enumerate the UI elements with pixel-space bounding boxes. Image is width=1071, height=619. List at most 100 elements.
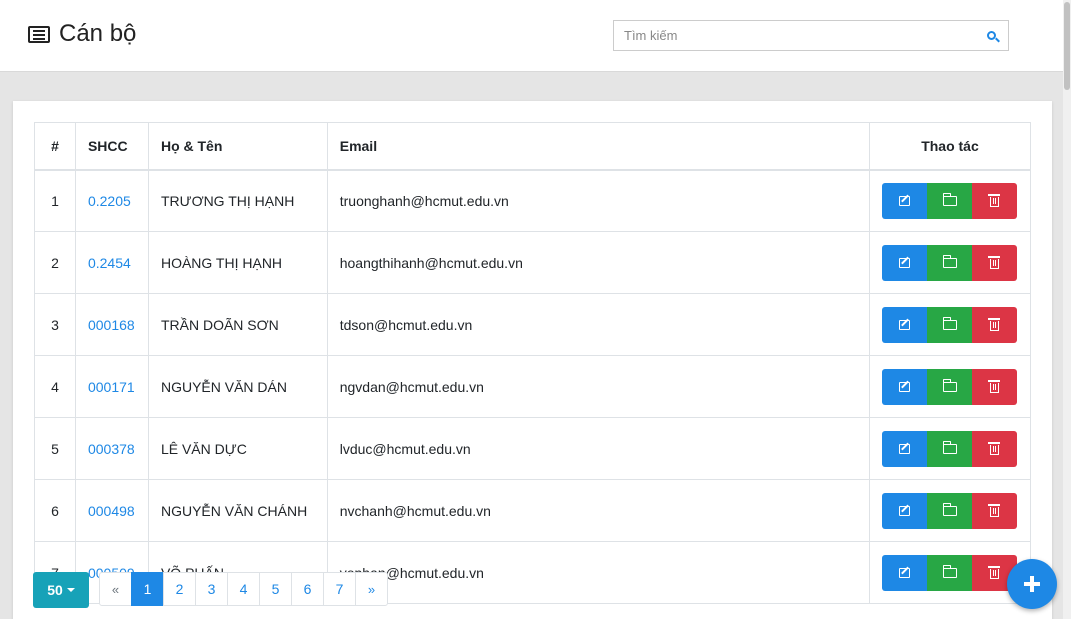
row-name: HOÀNG THỊ HẠNH (147, 231, 328, 294)
pagination-page-5[interactable]: 5 (259, 572, 292, 606)
pagination-page-2[interactable]: 2 (163, 572, 196, 606)
scrollbar-thumb[interactable] (1064, 2, 1070, 90)
trash-icon (988, 379, 1001, 393)
row-actions (868, 417, 1032, 480)
table-header-row: # SHCC Họ & Tên Email Thao tác (34, 122, 1032, 171)
edit-icon (899, 381, 911, 392)
folder-open-icon (942, 378, 957, 392)
edit-button[interactable] (882, 430, 928, 467)
row-name: TRƯƠNG THỊ HẠNH (147, 169, 328, 232)
table-row: 2 0.2454 HOÀNG THỊ HẠNH hoangthihanh@hcmut.… (34, 231, 1032, 294)
pagination-page-1[interactable]: 1 (131, 572, 164, 606)
row-number: 4 (34, 355, 76, 418)
pagination-prev[interactable]: « (99, 572, 132, 606)
edit-icon (899, 319, 911, 330)
pagination-next[interactable]: » (355, 572, 388, 606)
folder-open-icon (942, 316, 957, 330)
row-email: tdson@hcmut.edu.vn (326, 293, 870, 356)
page-size-value: 50 (47, 582, 63, 598)
row-number: 5 (34, 417, 76, 480)
trash-icon (988, 565, 1001, 579)
open-button[interactable] (927, 368, 973, 405)
edit-button[interactable] (882, 368, 928, 405)
edit-button[interactable] (882, 182, 928, 219)
row-name: NGUYỄN VĂN DÁN (147, 355, 328, 418)
edit-button[interactable] (882, 306, 928, 343)
edit-icon (899, 257, 911, 268)
delete-button[interactable] (972, 430, 1018, 467)
row-shcc-link[interactable]: 0.2205 (74, 169, 149, 232)
search-icon[interactable] (978, 21, 1008, 50)
open-button[interactable] (927, 554, 973, 591)
column-header-actions: Thao tác (868, 122, 1032, 171)
folder-open-icon (942, 440, 957, 454)
column-header-number: # (34, 122, 76, 171)
row-shcc-link[interactable]: 000171 (74, 355, 149, 418)
row-actions (868, 479, 1032, 542)
row-name: NGUYỄN VĂN CHÁNH (147, 479, 328, 542)
row-action-group (882, 182, 1018, 219)
row-number: 2 (34, 231, 76, 294)
row-actions (868, 541, 1032, 604)
row-shcc-link[interactable]: 000378 (74, 417, 149, 480)
open-button[interactable] (927, 306, 973, 343)
open-button[interactable] (927, 182, 973, 219)
edit-button[interactable] (882, 244, 928, 281)
trash-icon (988, 503, 1001, 517)
list-alt-icon (28, 25, 50, 43)
row-shcc-link[interactable]: 0.2454 (74, 231, 149, 294)
row-actions (868, 169, 1032, 232)
row-action-group (882, 492, 1018, 529)
delete-button[interactable] (972, 368, 1018, 405)
edit-icon (899, 567, 911, 578)
trash-icon (988, 255, 1001, 269)
trash-icon (988, 193, 1001, 207)
edit-icon (899, 443, 911, 454)
delete-button[interactable] (972, 306, 1018, 343)
trash-icon (988, 317, 1001, 331)
open-button[interactable] (927, 430, 973, 467)
row-name: TRẦN DOÃN SƠN (147, 293, 328, 356)
page-title: Cán bộ (28, 20, 136, 48)
search-box (613, 20, 1009, 51)
add-staff-button[interactable] (1007, 559, 1057, 609)
delete-button[interactable] (972, 492, 1018, 529)
pagination-page-7[interactable]: 7 (323, 572, 356, 606)
folder-open-icon (942, 254, 957, 268)
search-input[interactable] (614, 21, 978, 50)
row-email: truonghanh@hcmut.edu.vn (326, 169, 870, 232)
pagination: « 1 2 3 4 5 6 7 » (99, 572, 388, 606)
table-row: 5 000378 LÊ VĂN DỰC lvduc@hcmut.edu.vn (34, 417, 1032, 480)
row-action-group (882, 244, 1018, 281)
row-number: 3 (34, 293, 76, 356)
row-number: 6 (34, 479, 76, 542)
table-row: 3 000168 TRẦN DOÃN SƠN tdson@hcmut.edu.vn (34, 293, 1032, 356)
pagination-page-4[interactable]: 4 (227, 572, 260, 606)
page-scrollbar[interactable] (1063, 0, 1071, 619)
row-shcc-link[interactable]: 000498 (74, 479, 149, 542)
top-bar: Cán bộ (0, 0, 1063, 72)
open-button[interactable] (927, 244, 973, 281)
page-size-dropdown[interactable]: 50 (33, 572, 89, 608)
row-action-group (882, 430, 1018, 467)
column-header-email: Email (326, 122, 870, 171)
open-button[interactable] (927, 492, 973, 529)
row-actions (868, 355, 1032, 418)
trash-icon (988, 441, 1001, 455)
staff-table: # SHCC Họ & Tên Email Thao tác 1 0.2205 TR… (34, 122, 1032, 604)
edit-button[interactable] (882, 554, 928, 591)
row-email: nvchanh@hcmut.edu.vn (326, 479, 870, 542)
pagination-page-6[interactable]: 6 (291, 572, 324, 606)
folder-open-icon (942, 192, 957, 206)
pagination-page-3[interactable]: 3 (195, 572, 228, 606)
edit-icon (899, 505, 911, 516)
delete-button[interactable] (972, 244, 1018, 281)
row-email: ngvdan@hcmut.edu.vn (326, 355, 870, 418)
row-actions (868, 231, 1032, 294)
row-email: lvduc@hcmut.edu.vn (326, 417, 870, 480)
folder-open-icon (942, 502, 957, 516)
column-header-shcc: SHCC (74, 122, 149, 171)
edit-button[interactable] (882, 492, 928, 529)
row-shcc-link[interactable]: 000168 (74, 293, 149, 356)
delete-button[interactable] (972, 182, 1018, 219)
